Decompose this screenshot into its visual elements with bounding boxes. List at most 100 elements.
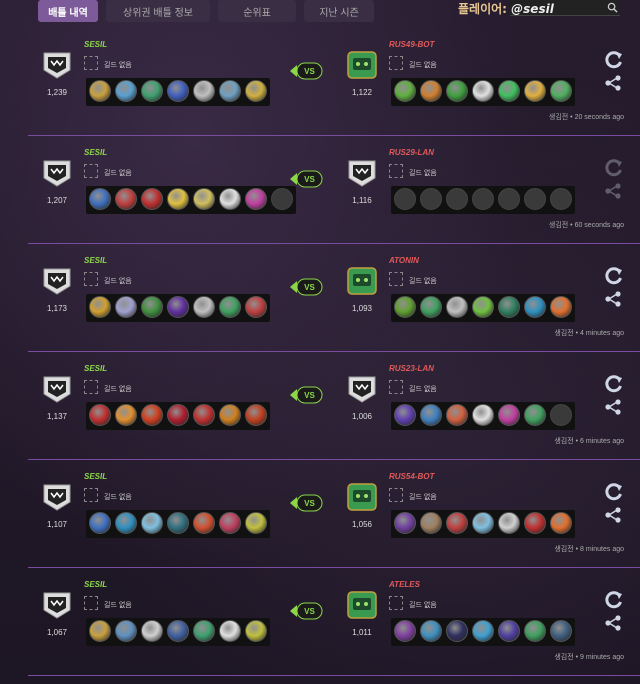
unit-portrait[interactable]: [167, 404, 189, 426]
unit-portrait[interactable]: [550, 80, 572, 102]
unit-portrait[interactable]: [550, 512, 572, 534]
unit-portrait[interactable]: [550, 296, 572, 318]
unit-portrait[interactable]: [524, 80, 546, 102]
player-name[interactable]: RUS54-BOT: [389, 472, 434, 481]
unit-portrait[interactable]: [167, 188, 189, 210]
player-name[interactable]: RUS49-BOT: [389, 40, 434, 49]
player-name[interactable]: ATELES: [389, 580, 420, 589]
unit-portrait[interactable]: [420, 296, 442, 318]
unit-portrait[interactable]: [524, 620, 546, 642]
search-icon[interactable]: [607, 2, 618, 13]
share-icon[interactable]: [604, 182, 622, 200]
unit-portrait[interactable]: [193, 188, 215, 210]
share-icon[interactable]: [604, 74, 622, 92]
unit-portrait[interactable]: [193, 404, 215, 426]
player-name[interactable]: SESIL: [84, 148, 107, 157]
unit-portrait[interactable]: [446, 404, 468, 426]
share-icon[interactable]: [604, 398, 622, 416]
unit-portrait[interactable]: [167, 296, 189, 318]
unit-portrait[interactable]: [115, 620, 137, 642]
unit-portrait[interactable]: [446, 620, 468, 642]
player-name[interactable]: SESIL: [84, 256, 107, 265]
unit-portrait[interactable]: [219, 620, 241, 642]
unit-portrait[interactable]: [141, 404, 163, 426]
unit-portrait[interactable]: [167, 620, 189, 642]
unit-portrait[interactable]: [245, 512, 267, 534]
unit-portrait[interactable]: [115, 296, 137, 318]
unit-portrait[interactable]: [394, 296, 416, 318]
unit-portrait[interactable]: [89, 188, 111, 210]
refresh-icon[interactable]: [604, 266, 624, 286]
player-name[interactable]: RUS29-LAN: [389, 148, 434, 157]
unit-portrait[interactable]: [420, 512, 442, 534]
unit-portrait[interactable]: [193, 296, 215, 318]
unit-portrait[interactable]: [498, 296, 520, 318]
unit-portrait[interactable]: [167, 512, 189, 534]
unit-portrait[interactable]: [89, 80, 111, 102]
unit-portrait[interactable]: [394, 80, 416, 102]
unit-portrait[interactable]: [167, 80, 189, 102]
unit-portrait[interactable]: [141, 512, 163, 534]
unit-portrait[interactable]: [446, 296, 468, 318]
unit-portrait[interactable]: [498, 620, 520, 642]
unit-portrait[interactable]: [524, 512, 546, 534]
tab-past-season[interactable]: 지난 시즌: [304, 0, 374, 22]
unit-portrait[interactable]: [394, 404, 416, 426]
unit-portrait[interactable]: [446, 80, 468, 102]
unit-portrait[interactable]: [472, 80, 494, 102]
unit-portrait[interactable]: [472, 296, 494, 318]
refresh-icon[interactable]: [604, 590, 624, 610]
unit-portrait[interactable]: [550, 620, 572, 642]
player-name[interactable]: RUS23-LAN: [389, 364, 434, 373]
share-icon[interactable]: [604, 290, 622, 308]
unit-portrait[interactable]: [115, 188, 137, 210]
unit-portrait[interactable]: [524, 404, 546, 426]
unit-portrait[interactable]: [420, 404, 442, 426]
unit-portrait[interactable]: [219, 512, 241, 534]
player-name[interactable]: SESIL: [84, 580, 107, 589]
unit-portrait[interactable]: [472, 512, 494, 534]
unit-portrait[interactable]: [498, 80, 520, 102]
unit-portrait[interactable]: [394, 512, 416, 534]
unit-portrait[interactable]: [115, 80, 137, 102]
player-name[interactable]: SESIL: [84, 364, 107, 373]
unit-portrait[interactable]: [219, 404, 241, 426]
unit-portrait[interactable]: [219, 296, 241, 318]
player-name[interactable]: ATONIN: [389, 256, 419, 265]
unit-portrait[interactable]: [446, 512, 468, 534]
unit-portrait[interactable]: [115, 404, 137, 426]
unit-portrait[interactable]: [245, 188, 267, 210]
unit-portrait[interactable]: [245, 620, 267, 642]
unit-portrait[interactable]: [193, 620, 215, 642]
unit-portrait[interactable]: [472, 404, 494, 426]
refresh-icon[interactable]: [604, 158, 624, 178]
tab-top-battles[interactable]: 상위권 배틀 정보: [106, 0, 210, 22]
unit-portrait[interactable]: [141, 296, 163, 318]
player-name[interactable]: SESIL: [84, 40, 107, 49]
unit-portrait[interactable]: [141, 188, 163, 210]
unit-portrait[interactable]: [89, 296, 111, 318]
unit-portrait[interactable]: [219, 188, 241, 210]
refresh-icon[interactable]: [604, 482, 624, 502]
share-icon[interactable]: [604, 506, 622, 524]
unit-portrait[interactable]: [394, 620, 416, 642]
unit-portrait[interactable]: [141, 620, 163, 642]
unit-portrait[interactable]: [89, 620, 111, 642]
unit-portrait[interactable]: [420, 80, 442, 102]
unit-portrait[interactable]: [245, 80, 267, 102]
tab-battle-history[interactable]: 배틀 내역: [38, 0, 98, 22]
unit-portrait[interactable]: [219, 80, 241, 102]
tab-leaderboard[interactable]: 순위표: [218, 0, 296, 22]
share-icon[interactable]: [604, 614, 622, 632]
unit-portrait[interactable]: [245, 296, 267, 318]
unit-portrait[interactable]: [472, 620, 494, 642]
unit-portrait[interactable]: [498, 404, 520, 426]
refresh-icon[interactable]: [604, 374, 624, 394]
player-name[interactable]: SESIL: [84, 472, 107, 481]
unit-portrait[interactable]: [89, 404, 111, 426]
unit-portrait[interactable]: [193, 80, 215, 102]
unit-portrait[interactable]: [115, 512, 137, 534]
unit-portrait[interactable]: [89, 512, 111, 534]
unit-portrait[interactable]: [193, 512, 215, 534]
refresh-icon[interactable]: [604, 50, 624, 70]
